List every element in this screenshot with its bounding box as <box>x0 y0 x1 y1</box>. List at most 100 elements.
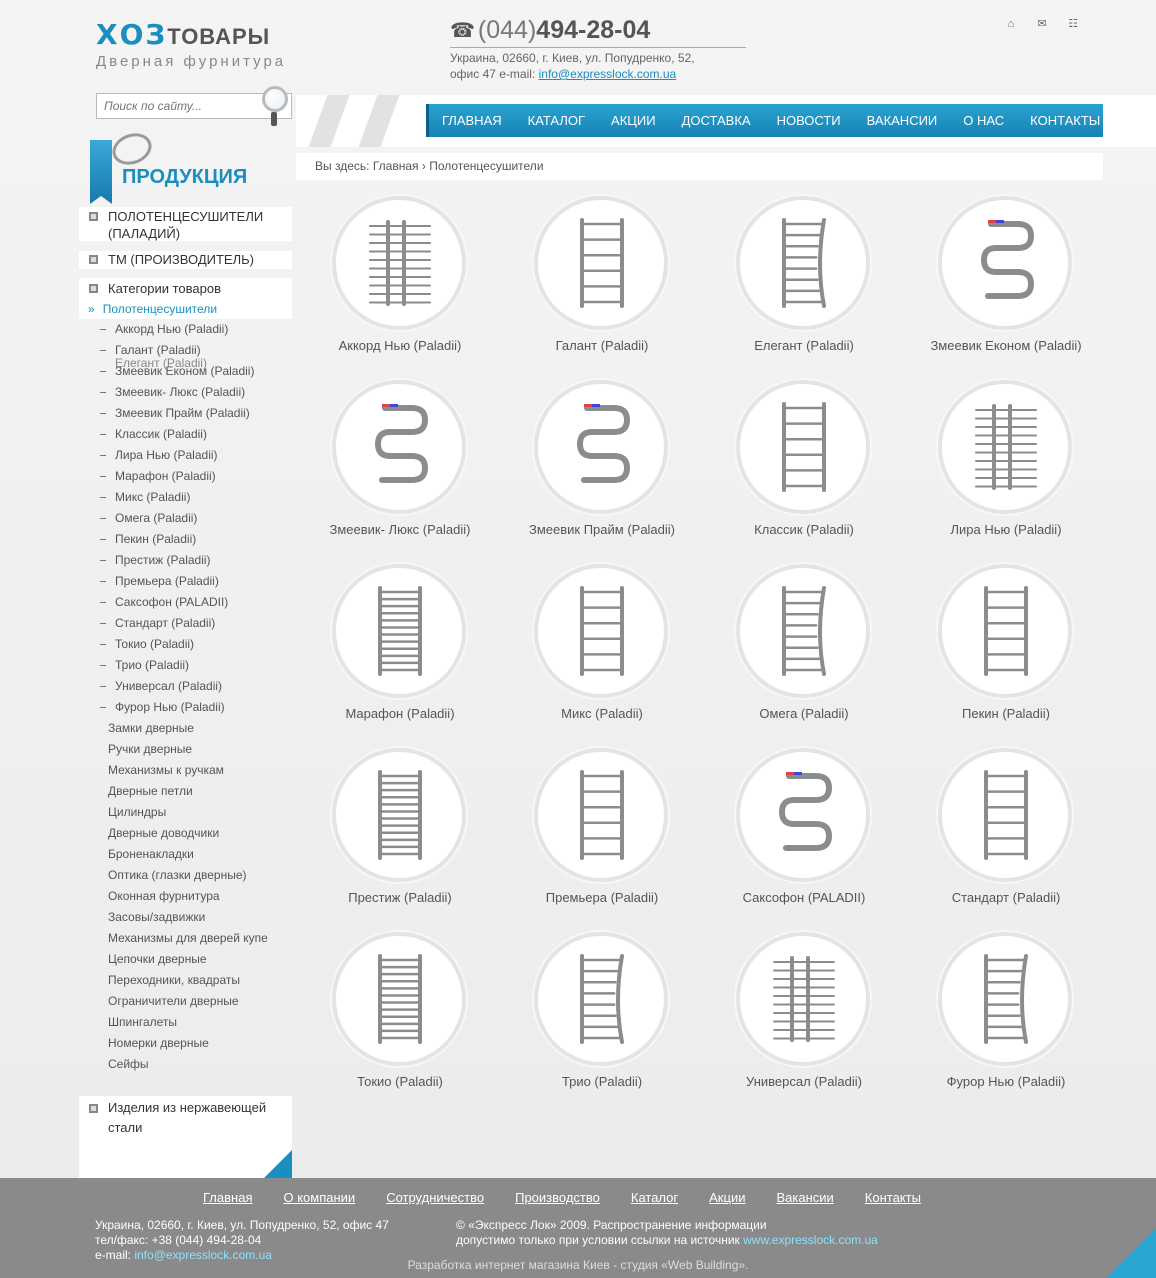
home-icon[interactable]: ⌂ <box>1003 16 1019 32</box>
nav-item-5[interactable]: ВАКАНСИИ <box>854 113 951 128</box>
footer-nav-link[interactable]: Сотрудничество <box>386 1190 484 1205</box>
subcategory-label: Токио (Paladii) <box>115 637 195 651</box>
category-item[interactable]: Замки дверные <box>79 718 292 739</box>
product-card[interactable]: Пекин (Paladii) <box>906 558 1108 742</box>
nav-item-6[interactable]: О НАС <box>950 113 1017 128</box>
product-card[interactable]: Саксофон (PALADII) <box>704 742 906 926</box>
product-card[interactable]: Змеевик Прайм (Paladii) <box>502 374 704 558</box>
product-card[interactable]: Елегант (Paladii) <box>704 190 906 374</box>
sidebar-block-brand[interactable]: ТМ (ПРОИЗВОДИТЕЛЬ) <box>79 251 292 269</box>
footer-nav-link[interactable]: О компании <box>283 1190 355 1205</box>
product-card[interactable]: Стандарт (Paladii) <box>906 742 1108 926</box>
product-card[interactable]: Микс (Paladii) <box>502 558 704 742</box>
category-item[interactable]: Дверные петли <box>79 781 292 802</box>
product-card[interactable]: Фурор Нью (Paladii) <box>906 926 1108 1110</box>
product-name: Премьера (Paladii) <box>545 890 659 905</box>
towel-dryer-image <box>773 956 835 1042</box>
logo-main-text: ХОЗ <box>96 18 168 51</box>
category-item[interactable]: Номерки дверные <box>79 1033 292 1054</box>
product-card[interactable]: Аккорд Нью (Paladii) <box>300 190 502 374</box>
nav-item-7[interactable]: КОНТАКТЫ <box>1017 113 1113 128</box>
product-card[interactable]: Змеевик Економ (Paladii) <box>906 190 1108 374</box>
sidebar-block-towel-dryers[interactable]: ПОЛОТЕНЦЕСУШИТЕЛИ (ПАЛАДИЙ) <box>79 207 292 241</box>
category-item[interactable]: Броненакладки <box>79 844 292 865</box>
subcategory-item[interactable]: Марафон (Paladii) <box>79 466 292 487</box>
sidebar-block-stainless[interactable]: Изделия из нержавеющей стали <box>79 1096 292 1138</box>
category-item[interactable]: Переходники, квадраты <box>79 970 292 991</box>
product-card[interactable]: Омега (Paladii) <box>704 558 906 742</box>
copyright-line-2: допустимо только при условии ссылки на и… <box>456 1233 744 1247</box>
subcategory-item[interactable]: Токио (Paladii) <box>79 634 292 655</box>
category-item[interactable]: Ограничители дверные <box>79 991 292 1012</box>
product-card[interactable]: Трио (Paladii) <box>502 926 704 1110</box>
search-input[interactable] <box>97 94 257 118</box>
nav-item-0[interactable]: ГЛАВНАЯ <box>429 113 515 128</box>
footer-nav-link[interactable]: Вакансии <box>776 1190 833 1205</box>
product-name: Микс (Paladii) <box>561 706 643 721</box>
product-card[interactable]: Марафон (Paladii) <box>300 558 502 742</box>
product-name: Универсал (Paladii) <box>746 1074 862 1089</box>
overlapped-label: Елегант (Paladii) <box>115 358 207 370</box>
footer-nav-link[interactable]: Производство <box>515 1190 600 1205</box>
product-card[interactable]: Змеевик- Люкс (Paladii) <box>300 374 502 558</box>
footer-nav-link[interactable]: Каталог <box>631 1190 678 1205</box>
towel-dryer-image <box>378 954 422 1044</box>
dash-icon <box>100 581 106 583</box>
sidebar-block-categories[interactable]: Категории товаров <box>79 278 292 300</box>
towel-dryer-image <box>782 402 826 492</box>
subcategory-item[interactable]: Микс (Paladii) <box>79 487 292 508</box>
subcategory-item[interactable]: Стандарт (Paladii) <box>79 613 292 634</box>
category-item[interactable]: Сейфы <box>79 1054 292 1075</box>
mail-icon[interactable]: ✉ <box>1034 16 1050 32</box>
breadcrumb-home-link[interactable]: Главная <box>373 159 419 173</box>
subcategory-item[interactable]: Аккорд Нью (Paladii) <box>79 319 292 340</box>
category-item[interactable]: Механизмы к ручкам <box>79 760 292 781</box>
footer-site-link[interactable]: www.expresslock.com.ua <box>743 1233 878 1247</box>
nav-item-4[interactable]: НОВОСТИ <box>764 113 854 128</box>
category-item[interactable]: Оконная фурнитура <box>79 886 292 907</box>
category-item[interactable]: Засовы/задвижки <box>79 907 292 928</box>
footer-nav-link[interactable]: Главная <box>203 1190 252 1205</box>
subcategory-item[interactable]: Трио (Paladii) <box>79 655 292 676</box>
category-active[interactable]: » Полотенцесушители <box>79 300 292 319</box>
keys-icon <box>108 128 156 170</box>
product-card[interactable]: Лира Нью (Paladii) <box>906 374 1108 558</box>
category-item[interactable]: Цепочки дверные <box>79 949 292 970</box>
subcategory-item[interactable]: Премьера (Paladii) <box>79 571 292 592</box>
dash-icon <box>100 560 106 562</box>
footer-nav-link[interactable]: Контакты <box>865 1190 921 1205</box>
subcategory-item[interactable]: Пекин (Paladii) <box>79 529 292 550</box>
nav-item-2[interactable]: АКЦИИ <box>598 113 669 128</box>
product-card[interactable]: Токио (Paladii) <box>300 926 502 1110</box>
category-item[interactable]: Дверные доводчики <box>79 823 292 844</box>
nav-item-3[interactable]: ДОСТАВКА <box>669 113 764 128</box>
product-card[interactable]: Престиж (Paladii) <box>300 742 502 926</box>
subcategory-item[interactable]: Омега (Paladii) <box>79 508 292 529</box>
subcategory-item[interactable]: Фурор Нью (Paladii) <box>79 697 292 718</box>
product-card[interactable]: Галант (Paladii) <box>502 190 704 374</box>
breadcrumb-prefix: Вы здесь: <box>315 159 370 173</box>
product-card[interactable]: Универсал (Paladii) <box>704 926 906 1110</box>
category-item[interactable]: Оптика (глазки дверные) <box>79 865 292 886</box>
subcategory-item[interactable]: Престиж (Paladii) <box>79 550 292 571</box>
subcategory-item[interactable]: Саксофон (PALADII) <box>79 592 292 613</box>
subcategory-item[interactable]: Змеевик- Люкс (Paladii) <box>79 382 292 403</box>
product-card[interactable]: Премьера (Paladii) <box>502 742 704 926</box>
category-item[interactable]: Ручки дверные <box>79 739 292 760</box>
category-item[interactable]: Механизмы для дверей купе <box>79 928 292 949</box>
subcategory-item[interactable]: Универсал (Paladii) <box>79 676 292 697</box>
category-item[interactable]: Цилиндры <box>79 802 292 823</box>
site-logo[interactable]: ХОЗ ТОВАРЫ Дверная фурнитура <box>96 18 286 70</box>
subcategory-item[interactable]: Лира Нью (Paladii) <box>79 445 292 466</box>
subcategory-item[interactable]: Змеевик Прайм (Paladii) <box>79 403 292 424</box>
nav-item-1[interactable]: КАТАЛОГ <box>515 113 598 128</box>
subcategory-item[interactable]: Классик (Paladii) <box>79 424 292 445</box>
sitemap-icon[interactable]: ☷ <box>1065 16 1081 32</box>
header-email-link[interactable]: info@expresslock.com.ua <box>539 67 677 81</box>
footer-nav-link[interactable]: Акции <box>709 1190 745 1205</box>
bullet-icon <box>89 255 98 264</box>
search-button[interactable] <box>260 86 296 132</box>
product-card[interactable]: Классик (Paladii) <box>704 374 906 558</box>
category-item[interactable]: Шпингалеты <box>79 1012 292 1033</box>
footer-developer[interactable]: Разработка интернет магазина Киев - студ… <box>0 1258 1156 1272</box>
